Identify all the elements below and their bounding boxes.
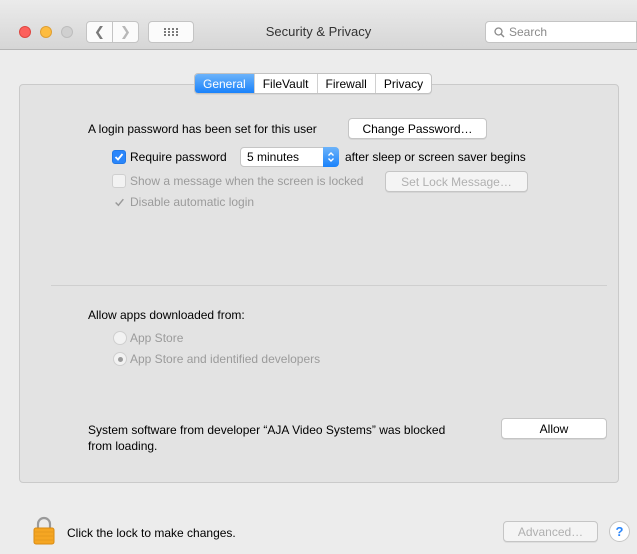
lock-icon — [33, 516, 55, 545]
set-lock-message-button[interactable]: Set Lock Message… — [385, 171, 528, 192]
checkmark-icon — [114, 153, 124, 161]
updown-arrows-icon — [323, 147, 339, 167]
blocked-message-line1: System software from developer “AJA Vide… — [88, 423, 446, 437]
blocked-message-line2: from loading. — [88, 439, 158, 453]
section-divider — [51, 285, 607, 286]
lock-button[interactable] — [33, 516, 55, 548]
tab-bar: General FileVault Firewall Privacy — [194, 73, 433, 94]
title-bar: ❮ ❯ Security & Privacy Search — [0, 0, 637, 50]
tab-firewall[interactable]: Firewall — [318, 74, 376, 93]
search-placeholder: Search — [509, 25, 548, 39]
advanced-button[interactable]: Advanced… — [503, 521, 598, 542]
question-mark-icon: ? — [615, 524, 624, 539]
blocked-software-message: System software from developer “AJA Vide… — [88, 422, 445, 454]
login-password-text: A login password has been set for this u… — [88, 122, 317, 136]
checkmark-icon — [114, 198, 124, 206]
tab-privacy[interactable]: Privacy — [376, 74, 431, 93]
disable-auto-login-label: Disable automatic login — [130, 195, 255, 209]
tab-filevault[interactable]: FileVault — [255, 74, 318, 93]
delay-value: 5 minutes — [247, 150, 300, 164]
radio-identified-developers[interactable] — [113, 352, 127, 366]
radio-app-store[interactable] — [113, 331, 127, 345]
search-icon — [494, 26, 505, 37]
require-password-checkbox[interactable] — [112, 150, 126, 164]
search-field[interactable]: Search — [485, 21, 637, 43]
allow-apps-heading: Allow apps downloaded from: — [88, 308, 245, 322]
change-password-button[interactable]: Change Password… — [348, 118, 487, 139]
allow-button[interactable]: Allow — [501, 418, 607, 439]
radio-app-store-label: App Store — [130, 331, 184, 345]
help-button[interactable]: ? — [609, 521, 630, 542]
show-message-label: Show a message when the screen is locked — [130, 174, 364, 188]
require-password-label: Require password — [130, 150, 227, 164]
disable-auto-login-checkbox[interactable] — [112, 195, 126, 209]
require-password-delay-select[interactable]: 5 minutes — [240, 147, 339, 167]
show-message-checkbox[interactable] — [112, 174, 126, 188]
radio-identified-developers-label: App Store and identified developers — [130, 352, 321, 366]
lock-instructions: Click the lock to make changes. — [67, 526, 236, 540]
tab-general[interactable]: General — [195, 74, 255, 93]
require-password-suffix: after sleep or screen saver begins — [345, 150, 526, 164]
